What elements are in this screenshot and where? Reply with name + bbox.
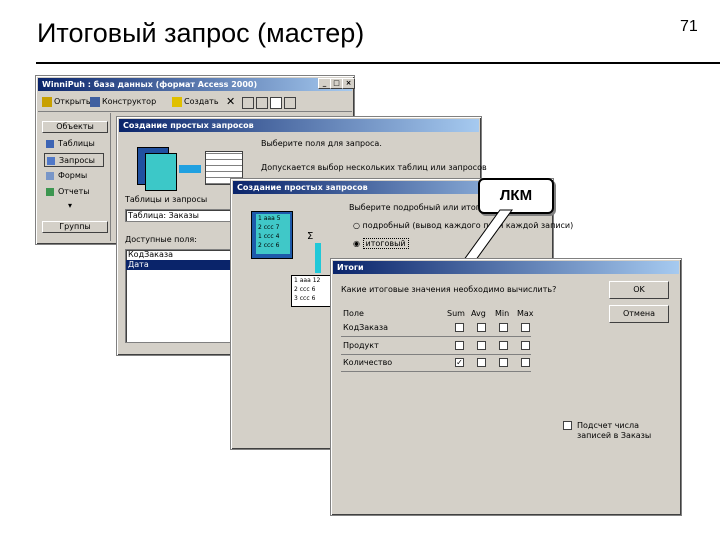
arrow-icon	[179, 165, 201, 173]
total-radio[interactable]: ◉ итоговый	[353, 238, 409, 249]
max-checkbox[interactable]	[521, 358, 530, 367]
field-row-label: КодЗаказа	[343, 323, 389, 332]
close-button[interactable]: ×	[342, 78, 355, 89]
report-icon	[46, 188, 54, 196]
summary-illustration: 1 aaa 5 2 ccc 7 1 ccc 4 2 ccc 6	[251, 211, 293, 259]
form-icon	[46, 172, 54, 180]
sidebar-item-tables[interactable]: Таблицы	[44, 137, 104, 151]
arrow-icon	[315, 243, 321, 273]
groups-button[interactable]: Группы	[42, 221, 108, 233]
sidebar-item-label: Таблицы	[58, 139, 95, 148]
ok-button[interactable]: OK	[609, 281, 669, 299]
open-icon	[42, 97, 52, 107]
max-checkbox[interactable]	[521, 341, 530, 350]
sidebar-item-label: Отчеты	[58, 187, 90, 196]
column-header-min: Min	[495, 309, 510, 318]
avg-checkbox[interactable]	[477, 341, 486, 350]
fields-label: Доступные поля:	[125, 235, 197, 244]
min-checkbox[interactable]	[499, 358, 508, 367]
sidebar-item-reports[interactable]: Отчеты	[44, 185, 104, 199]
avg-checkbox[interactable]	[477, 358, 486, 367]
tables-illustration-copy	[145, 153, 177, 191]
more-arrow-icon[interactable]: ▾	[68, 201, 72, 210]
count-records-checkbox[interactable]	[563, 421, 572, 430]
sum-checkbox[interactable]	[455, 341, 464, 350]
title-divider	[36, 62, 720, 64]
totals-dialog-titlebar: Итоги	[333, 261, 679, 274]
list-item[interactable]: КодЗаказа	[126, 250, 230, 260]
grid-row: 2 ccc 6	[294, 286, 316, 293]
row-divider	[341, 354, 531, 355]
totals-dialog: Итоги Какие итоговые значения необходимо…	[330, 258, 682, 516]
tables-label: Таблицы и запросы	[125, 195, 208, 204]
sidebar-item-label: Формы	[58, 171, 88, 180]
details-view-icon[interactable]	[284, 97, 296, 109]
list-view-icon[interactable]	[270, 97, 282, 109]
row-divider	[341, 336, 531, 337]
cancel-button[interactable]: Отмена	[609, 305, 669, 323]
database-window-titlebar: WinniPuh : база данных (формат Access 20…	[38, 78, 352, 91]
wizard-titlebar: Создание простых запросов	[119, 119, 479, 132]
wizard-prompt: Выберите поля для запроса.	[261, 139, 382, 148]
column-header-sum: Sum	[447, 309, 465, 318]
field-row-label: Продукт	[343, 341, 379, 350]
new-button[interactable]: Создать	[184, 97, 219, 106]
totals-question: Какие итоговые значения необходимо вычис…	[341, 285, 557, 294]
sidebar-item-forms[interactable]: Формы	[44, 169, 104, 183]
slide-title: Итоговый запрос (мастер)	[37, 18, 365, 48]
sidebar-item-queries[interactable]: Запросы	[44, 153, 104, 167]
design-button[interactable]: Конструктор	[102, 97, 156, 106]
list-item[interactable]: Дата	[126, 260, 230, 270]
tables-combobox[interactable]: Таблица: Заказы	[125, 209, 241, 222]
sidebar-item-label: Запросы	[59, 156, 95, 165]
grid-row: 2 ccc 7	[258, 224, 280, 231]
result-illustration: 1 aaa 12 2 ccc 6 3 ccc 6	[291, 275, 333, 307]
avg-checkbox[interactable]	[477, 323, 486, 332]
query-icon	[47, 157, 55, 165]
row-divider	[341, 371, 531, 372]
objects-button[interactable]: Объекты	[42, 121, 108, 133]
sum-symbol: Σ	[307, 231, 314, 242]
column-header-max: Max	[517, 309, 534, 318]
detail-radio[interactable]: ○ подробный (вывод каждого поля каждой з…	[353, 221, 573, 230]
database-toolbar: Открыть Конструктор Создать ✕	[38, 93, 352, 112]
small-icons-icon[interactable]	[256, 97, 268, 109]
table-icon	[46, 140, 54, 148]
page-number: 71	[680, 18, 698, 35]
field-row-label: Количество	[343, 358, 393, 367]
new-icon	[172, 97, 182, 107]
left-click-callout: ЛКМ	[478, 178, 554, 214]
wizard-hint: Допускается выбор нескольких таблиц или …	[261, 163, 487, 172]
delete-icon[interactable]: ✕	[226, 95, 235, 108]
min-checkbox[interactable]	[499, 323, 508, 332]
objects-sidebar: Объекты Таблицы Запросы Формы Отчеты ▾ Г…	[38, 113, 111, 241]
grid-row: 1 aaa 12	[294, 277, 321, 284]
column-header-avg: Avg	[471, 309, 486, 318]
open-button[interactable]: Открыть	[54, 97, 91, 106]
grid-row: 2 ccc 6	[258, 242, 280, 249]
sum-checkbox[interactable]	[455, 323, 464, 332]
grid-row: 1 aaa 5	[258, 215, 281, 222]
sum-checkbox[interactable]: ✓	[455, 358, 464, 367]
max-checkbox[interactable]	[521, 323, 530, 332]
grid-row: 3 ccc 6	[294, 295, 316, 302]
large-icons-icon[interactable]	[242, 97, 254, 109]
design-icon	[90, 97, 100, 107]
count-records-label: Подсчет числа записей в Заказы	[577, 421, 652, 440]
column-header-field: Поле	[343, 309, 364, 318]
available-fields-list[interactable]: КодЗаказа Дата	[125, 249, 231, 343]
grid-row: 1 ccc 4	[258, 233, 280, 240]
min-checkbox[interactable]	[499, 341, 508, 350]
